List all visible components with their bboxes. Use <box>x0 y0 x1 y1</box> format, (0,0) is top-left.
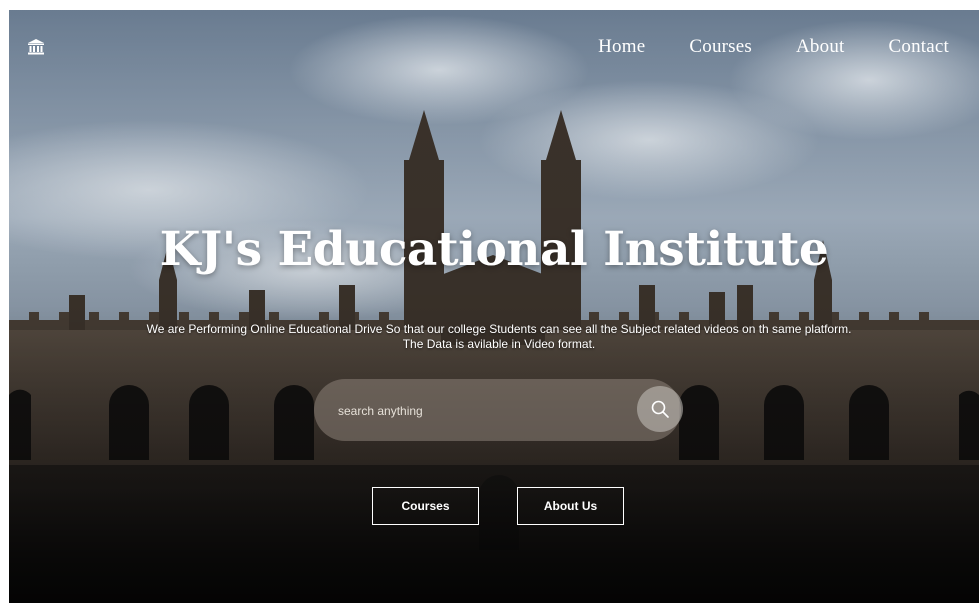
nav-contact-link[interactable]: Contact <box>889 36 950 58</box>
hero-title: KJ's Educational Institute <box>159 222 829 277</box>
main-navigation: Home Courses About Contact <box>554 36 949 58</box>
search-input[interactable] <box>336 397 630 425</box>
hero-description: We are Performing Online Educational Dri… <box>146 322 852 351</box>
hero-section: Home Courses About Contact KJ's Educatio… <box>9 10 979 603</box>
search-bar <box>314 379 683 441</box>
university-icon-glyph <box>28 39 44 55</box>
university-icon[interactable] <box>25 36 47 58</box>
nav-courses-link[interactable]: Courses <box>689 36 752 58</box>
search-icon <box>651 400 669 418</box>
search-button[interactable] <box>637 386 683 432</box>
nav-home-link[interactable]: Home <box>598 36 645 58</box>
hero-overlay <box>9 10 979 603</box>
about-us-button[interactable]: About Us <box>517 487 624 525</box>
nav-about-link[interactable]: About <box>796 36 845 58</box>
courses-button[interactable]: Courses <box>372 487 479 525</box>
